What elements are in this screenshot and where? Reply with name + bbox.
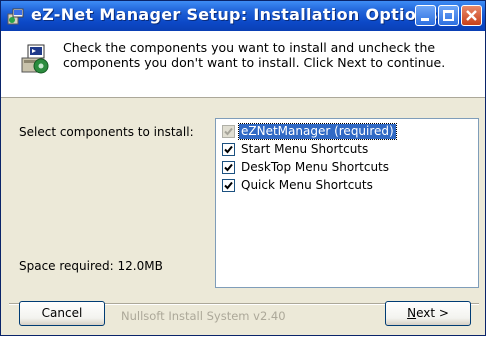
- close-icon[interactable]: [461, 5, 482, 26]
- component-item-eznetmanager[interactable]: eZNetManager (required): [222, 123, 472, 140]
- installer-package-icon: [21, 44, 49, 74]
- window-title: eZ-Net Manager Setup: Installation Optio…: [31, 5, 438, 24]
- component-item-quick-menu[interactable]: Quick Menu Shortcuts: [222, 178, 472, 194]
- checkbox-checked[interactable]: [222, 161, 235, 174]
- instruction-header: Check the components you want to install…: [1, 31, 485, 98]
- component-label: Start Menu Shortcuts: [241, 142, 369, 156]
- component-label: DeskTop Menu Shortcuts: [241, 160, 390, 174]
- next-button-mnemonic: N: [407, 306, 417, 320]
- space-required-label: Space required: 12.0MB: [19, 259, 163, 273]
- component-item-desktop[interactable]: DeskTop Menu Shortcuts: [222, 160, 472, 176]
- component-item-start-menu[interactable]: Start Menu Shortcuts: [222, 142, 472, 158]
- checkbox-checked[interactable]: [222, 179, 235, 192]
- checkbox-checked[interactable]: [222, 143, 235, 156]
- nsis-branding-text: Nullsoft Install System v2.40: [121, 309, 286, 323]
- select-components-label: Select components to install:: [19, 125, 194, 139]
- component-label: Quick Menu Shortcuts: [241, 178, 373, 192]
- checkbox-checked-disabled: [222, 125, 235, 138]
- installer-window: eZ-Net Manager Setup: Installation Optio…: [0, 0, 486, 336]
- installer-app-icon: [7, 8, 24, 25]
- next-button[interactable]: Next >: [385, 301, 471, 326]
- instruction-text: Check the components you want to install…: [63, 40, 446, 70]
- next-button-label: ext >: [416, 306, 449, 320]
- components-list[interactable]: eZNetManager (required) Start Menu Short…: [215, 118, 479, 288]
- title-bar[interactable]: eZ-Net Manager Setup: Installation Optio…: [1, 1, 485, 31]
- maximize-icon[interactable]: [438, 5, 459, 26]
- component-label: eZNetManager (required): [238, 123, 397, 140]
- minimize-icon[interactable]: [415, 5, 436, 26]
- cancel-button[interactable]: Cancel: [19, 301, 105, 326]
